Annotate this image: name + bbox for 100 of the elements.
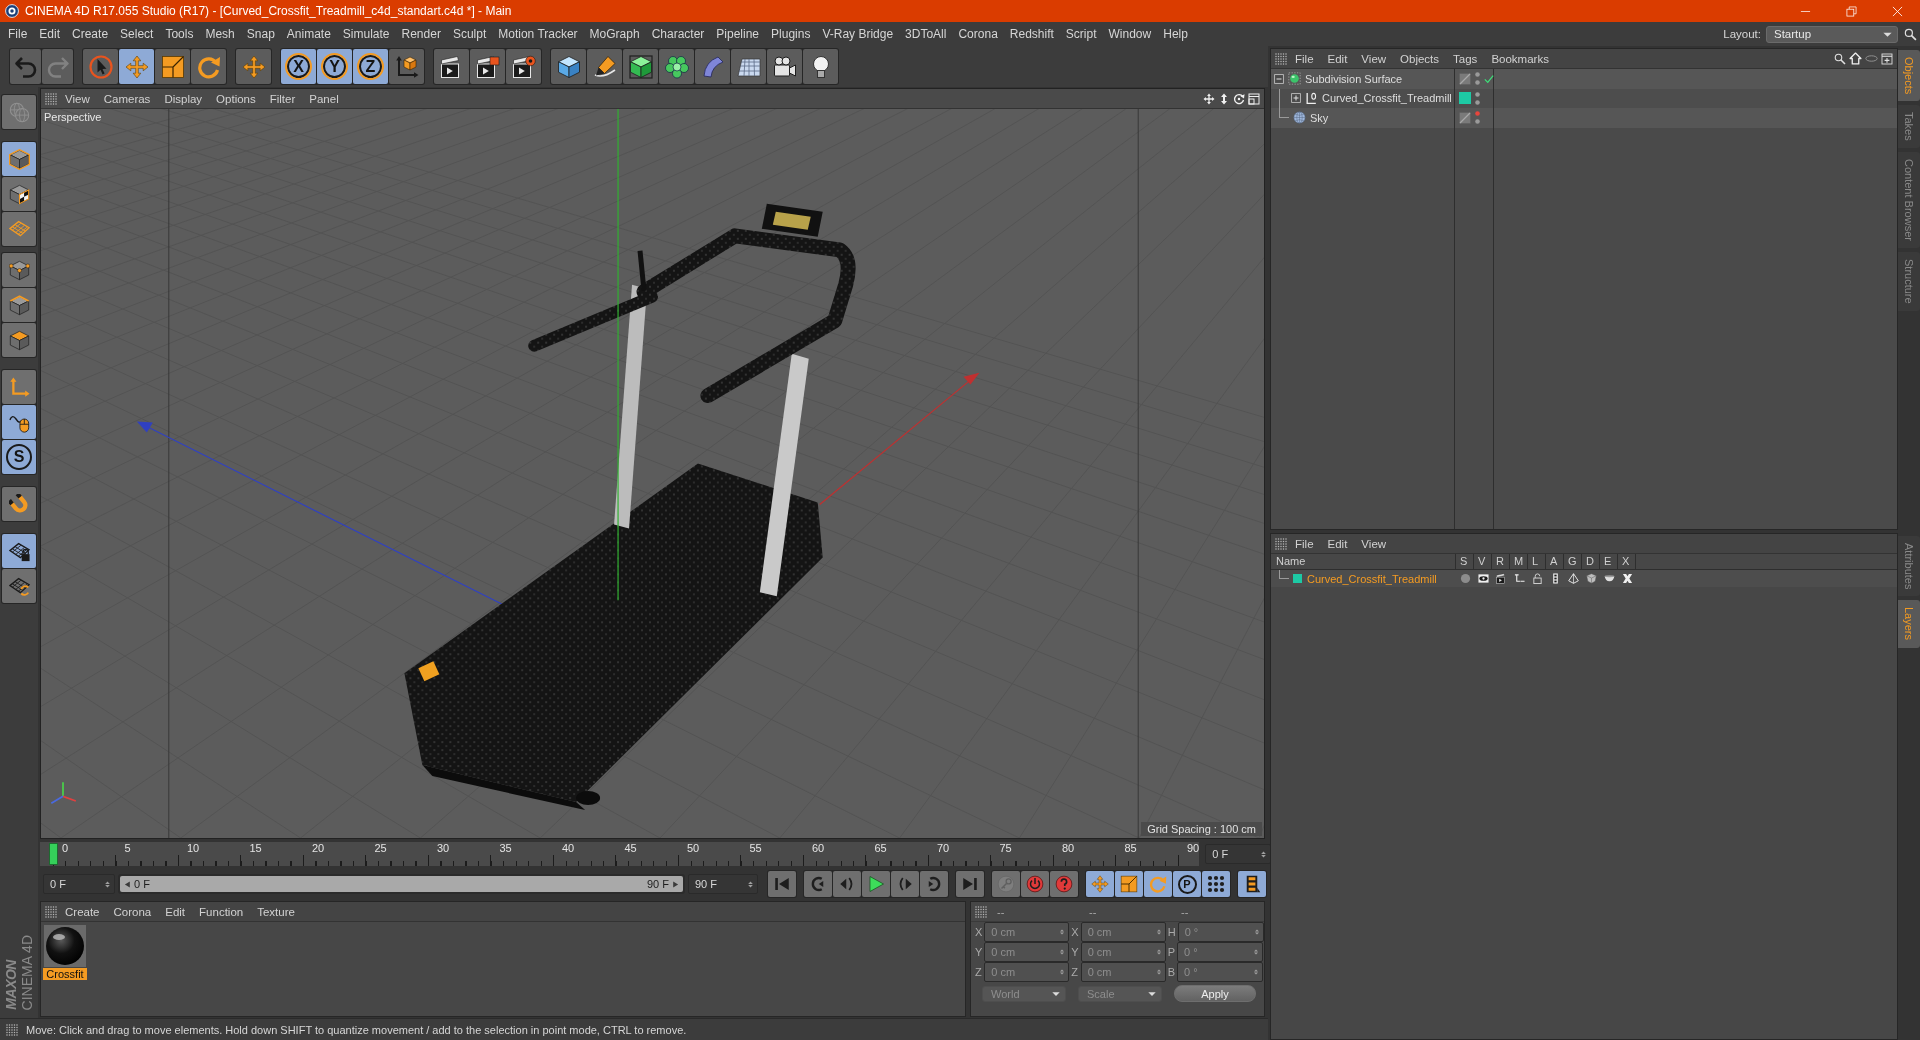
frame-field[interactable]: 90 F [688,874,758,894]
toolbar-button[interactable] [470,49,505,84]
toolbar-button[interactable] [506,49,541,84]
transport-button[interactable] [768,871,796,897]
toolbar-button[interactable]: X [281,49,316,84]
transport-button[interactable] [891,871,919,897]
apply-button[interactable]: Apply [1174,985,1256,1002]
menu-item[interactable]: File [2,24,34,44]
menu-item[interactable]: View [1355,49,1393,68]
menu-item[interactable]: Display [158,89,209,108]
menu-item[interactable]: Simulate [336,24,396,44]
menu-item[interactable]: Character [645,24,711,44]
menu-item[interactable]: Help [1157,24,1194,44]
menu-item[interactable]: Window [1102,24,1158,44]
toolbar-button[interactable] [803,49,838,84]
toolbar-button[interactable]: Z [353,49,388,84]
menu-item[interactable]: Function [193,902,250,921]
menu-item[interactable]: Animate [280,24,337,44]
transport-button[interactable] [1021,871,1049,897]
menu-item[interactable]: Panel [303,89,345,108]
toolbar-button[interactable]: S [2,440,36,474]
layout-dropdown[interactable]: Startup [1766,25,1898,43]
side-tab[interactable]: Content Browser [1898,152,1920,248]
column-header[interactable]: A [1546,554,1564,569]
menu-item[interactable]: 3DToAll [899,24,953,44]
menu-item[interactable]: Motion Tracker [492,24,584,44]
toolbar-button[interactable] [551,49,586,84]
column-header[interactable]: E [1600,554,1618,569]
column-header[interactable]: Name [1271,554,1456,569]
layer-row[interactable]: Curved_Crossfit_Treadmill [1271,570,1897,587]
menu-item[interactable]: Create [66,24,115,44]
menu-item[interactable]: Texture [251,902,301,921]
range-slider-fill[interactable]: 0 F 90 F [120,876,683,892]
menu-item[interactable]: V-Ray Bridge [816,24,900,44]
toolbar-button[interactable] [389,49,424,84]
transport-button[interactable] [1050,871,1078,897]
menu-item[interactable]: Snap [240,24,281,44]
transport-button[interactable] [1202,871,1230,897]
menu-item[interactable]: Plugins [765,24,817,44]
playhead[interactable] [48,843,58,865]
material-item[interactable]: Crossfit [43,925,87,980]
transport-button[interactable] [833,871,861,897]
menu-item[interactable]: Corona [952,24,1004,44]
side-tab[interactable]: Attributes [1898,536,1920,597]
frame-field[interactable]: 0 F [43,874,115,894]
menu-item[interactable]: Sculpt [446,24,493,44]
menu-item[interactable]: View [1355,534,1393,553]
toolbar-button[interactable] [2,487,36,521]
layer-color-swatch[interactable] [1459,92,1471,105]
layer-color-swatch[interactable] [1293,574,1302,583]
menu-item[interactable]: Options [210,89,262,108]
column-header[interactable]: L [1528,554,1546,569]
toolbar-button[interactable] [767,49,802,84]
toolbar-button[interactable] [434,49,469,84]
transport-button[interactable]: P [1173,871,1201,897]
menu-item[interactable]: Script [1059,24,1103,44]
side-tab[interactable]: Takes [1898,105,1920,149]
frame-field[interactable]: 0 F [1205,844,1272,864]
menu-item[interactable]: Edit [33,24,67,44]
column-header[interactable]: M [1510,554,1528,569]
menu-item[interactable]: File [1289,534,1320,553]
menu-item[interactable]: Cameras [97,89,157,108]
toolbar-button[interactable]: Y [317,49,352,84]
menu-item[interactable]: Render [395,24,447,44]
toolbar-button[interactable] [587,49,622,84]
menu-item[interactable]: Mesh [199,24,241,44]
menu-item[interactable]: Filter [263,89,302,108]
transport-button[interactable] [1238,871,1266,897]
menu-item[interactable]: Edit [1321,49,1354,68]
viewport-canvas[interactable]: Perspective Grid Spacing : 100 cm [41,109,1264,838]
column-header[interactable]: X [1618,554,1636,569]
object-row[interactable]: Subdivision Surface [1271,69,1897,89]
menu-item[interactable]: Tools [159,24,200,44]
menu-item[interactable]: Bookmarks [1485,49,1555,68]
menu-item[interactable]: View [59,89,96,108]
menu-item[interactable]: Edit [159,902,192,921]
transport-button[interactable] [862,871,890,897]
object-row[interactable]: Sky [1271,108,1897,128]
menu-item[interactable]: Redshift [1003,24,1060,44]
menu-item[interactable]: Pipeline [710,24,766,44]
column-header[interactable]: S [1456,554,1474,569]
transport-button[interactable] [920,871,948,897]
transport-button[interactable] [804,871,832,897]
transport-button[interactable] [956,871,984,897]
menu-item[interactable]: File [1289,49,1320,68]
column-header[interactable]: D [1582,554,1600,569]
timeline-ruler[interactable]: 0 5 10 15 20 25 30 35 40 45 50 55 60 65 70 75 80 85 90 [40,842,1200,866]
toolbar-button[interactable] [659,49,694,84]
menu-item[interactable]: Create [59,902,106,921]
menu-item[interactable]: Corona [107,902,158,921]
column-header[interactable]: G [1564,554,1582,569]
column-header[interactable]: V [1474,554,1492,569]
menu-item[interactable]: Edit [1321,534,1354,553]
menu-item[interactable]: Tags [1447,49,1484,68]
toolbar-button[interactable] [2,177,36,211]
toolbar-button[interactable] [623,49,658,84]
menu-item[interactable]: Objects [1394,49,1446,68]
menu-item[interactable]: Select [114,24,160,44]
menu-item[interactable]: MoGraph [583,24,646,44]
side-tab[interactable]: Structure [1898,252,1920,311]
